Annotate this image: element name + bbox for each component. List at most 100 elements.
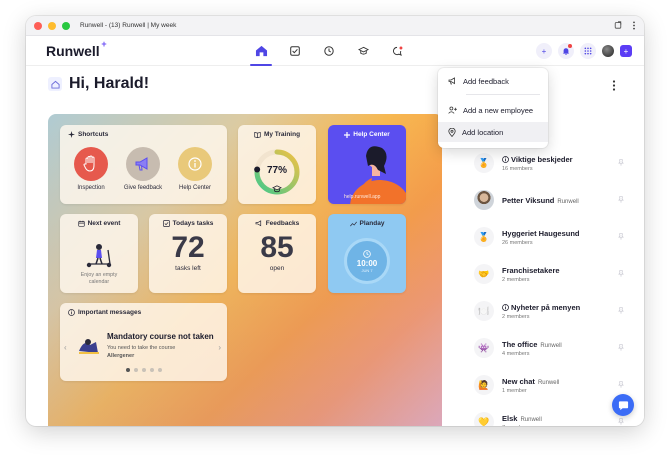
chat-avatar-emoji-icon: 🏅 — [474, 153, 494, 173]
chat-list-item[interactable]: 👾 The office Runwell 4 members — [474, 333, 634, 363]
chat-name: Petter Viksund — [502, 195, 555, 205]
support-chat-button[interactable] — [612, 394, 634, 416]
chat-list-item[interactable]: 🤝 Franchisetakere 2 members — [474, 259, 634, 289]
home-badge — [48, 77, 62, 91]
pin-icon[interactable] — [618, 418, 624, 426]
add-button[interactable]: + — [536, 43, 552, 59]
message-illustration — [79, 339, 99, 354]
chat-avatar-emoji-icon: 🤝 — [474, 264, 494, 284]
greeting-row: Hi, Harald! — [48, 75, 149, 93]
location-pin-icon — [448, 127, 456, 137]
shortcut-inspection[interactable]: Inspection — [66, 147, 116, 191]
menu-item-add-location[interactable]: Add location — [438, 122, 548, 142]
feedbacks-tile[interactable]: Feedbacks 85 open — [238, 214, 316, 293]
clock-icon — [363, 249, 371, 258]
my-training-tile[interactable]: My Training 77% — [238, 125, 316, 204]
feedbacks-count: 85 — [260, 231, 294, 264]
pin-icon[interactable] — [618, 233, 624, 242]
chat-name: The office — [502, 339, 538, 349]
nav-tasks[interactable] — [284, 36, 306, 66]
chat-members: 4 members — [502, 350, 530, 357]
page-options-button[interactable] — [612, 80, 616, 94]
minimize-window-button[interactable] — [48, 21, 56, 30]
apps-button[interactable] — [580, 43, 596, 59]
chat-list-item[interactable]: 🏅 Viktige beskjeder 16 members — [474, 148, 634, 178]
important-messages-tile: Important messages ‹ › Mandatory course … — [60, 303, 227, 381]
nav-chat[interactable] — [386, 36, 408, 66]
more-vertical-icon — [612, 80, 616, 91]
pin-icon[interactable] — [618, 344, 624, 353]
chat-list-item[interactable]: Petter Viksund Runwell — [474, 185, 634, 215]
dashboard-canvas: Shortcuts Inspection Give feedback Help … — [48, 114, 443, 426]
chat-name: Hyggeriet Haugesund — [502, 228, 580, 238]
feedbacks-count-label: open — [269, 265, 285, 272]
chat-members: 7 members — [502, 425, 542, 427]
shortcut-give-feedback[interactable]: Give feedback — [118, 147, 168, 191]
my-training-title: My Training — [263, 131, 301, 138]
chat-avatar-emoji-icon: 💛 — [474, 412, 494, 426]
add-user-icon — [448, 106, 457, 114]
chat-org: Runwell — [520, 416, 542, 423]
carousel-dot[interactable] — [133, 368, 138, 372]
pin-icon[interactable] — [618, 196, 624, 205]
maximize-window-button[interactable] — [62, 21, 70, 30]
workspace-button[interactable]: + — [620, 45, 632, 57]
next-event-empty-text: Enjoy an empty calendar — [80, 272, 118, 285]
pin-icon[interactable] — [618, 270, 624, 279]
chat-list-item[interactable]: 💛 ElskRunwell 7 members — [474, 407, 634, 426]
carousel-next-button[interactable]: › — [218, 343, 221, 352]
chat-sidebar: 🏅 Viktige beskjeder 16 members Petter Viksu… — [442, 136, 644, 426]
plus-icon: + — [623, 46, 629, 56]
message-headline[interactable]: Mandatory course not taken — [107, 332, 214, 341]
carousel-dot[interactable] — [157, 368, 162, 372]
pin-icon[interactable] — [618, 159, 624, 168]
chat-list-item[interactable]: 🏅 Hyggeriet Haugesund 26 members — [474, 222, 634, 252]
menu-item-add-employee[interactable]: Add a new employee — [438, 100, 548, 120]
carousel-dot[interactable] — [125, 368, 130, 372]
shortcut-help-center[interactable]: Help Center — [170, 147, 220, 191]
clock-icon — [324, 46, 334, 56]
megaphone-icon — [255, 220, 261, 227]
chat-list-item[interactable]: 🍽️ Nyheter på menyen 2 members — [474, 296, 634, 326]
graduation-cap-icon — [357, 46, 369, 55]
home-outline-icon — [50, 80, 60, 89]
chat-name: Nyheter på menyen — [511, 302, 581, 312]
shortcuts-tile: Shortcuts Inspection Give feedback Help … — [60, 125, 227, 204]
info-icon — [188, 157, 202, 171]
planday-tile[interactable]: Planday 10:00 JUN 7 — [328, 214, 406, 293]
share-icon[interactable] — [614, 21, 622, 32]
calendar-icon — [77, 220, 85, 227]
checkbox-icon — [162, 220, 170, 227]
notifications-button[interactable] — [558, 43, 574, 59]
carousel-prev-button[interactable]: ‹ — [64, 343, 67, 352]
page-title: Hi, Harald! — [69, 75, 150, 92]
message-course: Allergener — [107, 353, 135, 359]
more-options-icon[interactable] — [632, 21, 636, 32]
plus-icon: + — [541, 46, 547, 56]
nav-training[interactable] — [352, 36, 374, 66]
carousel-dot[interactable] — [149, 368, 154, 372]
chat-list-item[interactable]: 🙋 New chat Runwell 1 member — [474, 370, 634, 400]
tasks-count: 72 — [171, 231, 205, 264]
chat-members: 1 member — [502, 387, 527, 394]
close-window-button[interactable] — [34, 21, 42, 30]
help-center-url[interactable]: help.runwell.app — [344, 194, 380, 200]
pin-icon[interactable] — [618, 307, 624, 316]
info-icon — [502, 303, 511, 312]
feedbacks-title: Feedbacks — [265, 220, 300, 227]
stop-hand-icon — [83, 155, 95, 172]
carousel-dot[interactable] — [141, 368, 146, 372]
help-center-tile[interactable]: Help Center help.runwell.app — [328, 125, 406, 204]
nav-schedule[interactable] — [318, 36, 340, 66]
next-event-tile[interactable]: Next event Enjoy an empty calendar — [60, 214, 138, 293]
todays-tasks-tile[interactable]: Todays tasks 72 tasks left — [149, 214, 227, 293]
menu-item-add-feedback[interactable]: Add feedback — [438, 71, 548, 91]
menu-divider — [466, 94, 540, 95]
megaphone-icon — [448, 77, 455, 85]
user-avatar[interactable] — [602, 45, 614, 57]
chat-bubble-icon — [618, 400, 628, 410]
runwell-logo[interactable]: Runwell + — [46, 39, 107, 59]
pin-icon[interactable] — [618, 381, 624, 390]
nav-home[interactable] — [250, 36, 272, 66]
app-header: Runwell + + + — [26, 36, 644, 66]
